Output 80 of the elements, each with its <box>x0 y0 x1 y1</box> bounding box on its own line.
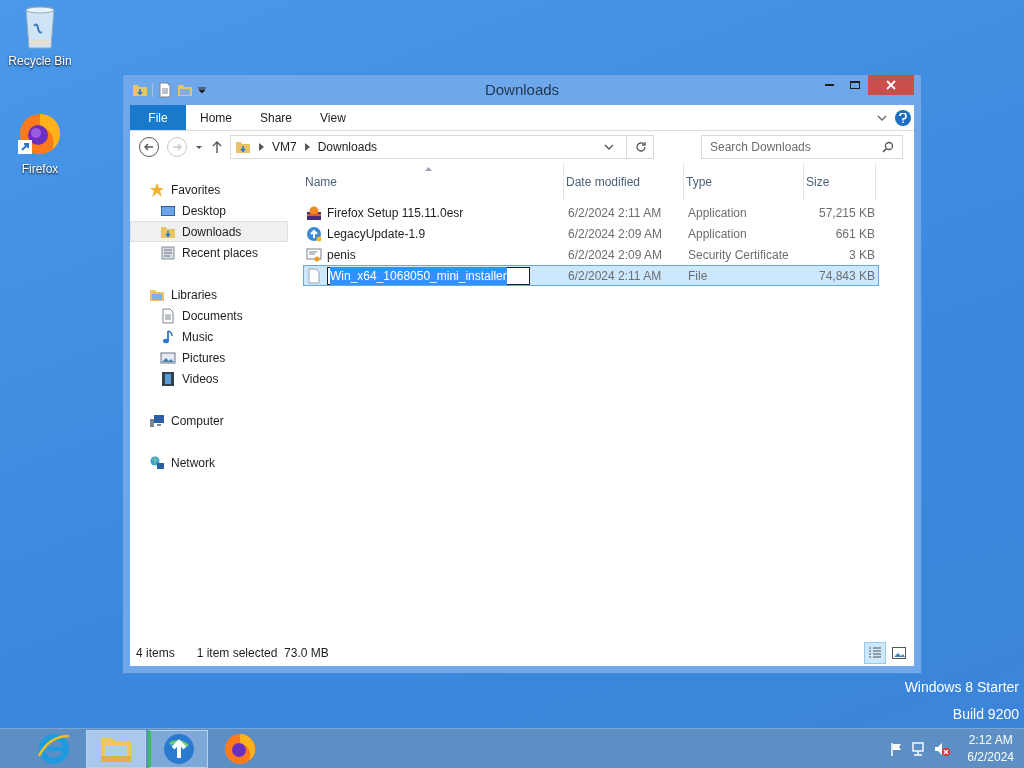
edition-text: Build 9200 <box>952 705 1019 724</box>
document-icon <box>160 307 176 324</box>
file-row[interactable]: LegacyUpdate-1.9 6/2/2024 2:09 AM Application 661 KB <box>303 223 879 244</box>
film-icon <box>160 370 176 387</box>
edition-text: Windows 8 Starter <box>904 678 1019 697</box>
nav-item[interactable]: Documents <box>130 305 288 326</box>
nav-item[interactable]: Recent places <box>130 242 288 263</box>
file-row[interactable]: Firefox Setup 115.11.0esr 6/2/2024 2:11 AM Application 57,215 KB <box>303 202 879 223</box>
folder-icon <box>235 139 251 155</box>
table-cell-text: Security Certificate <box>687 246 790 264</box>
certificate-icon <box>306 246 322 263</box>
recycle-bin-icon <box>22 6 58 50</box>
selection-info: 1 item selected 73.0 MB <box>196 645 329 662</box>
details-list-icon <box>868 647 882 659</box>
refresh-icon[interactable] <box>635 141 647 153</box>
item-count: 4 items <box>136 645 175 662</box>
table-cell-text: 57,215 KB <box>817 204 876 222</box>
table-cell-text: 6/2/2024 2:09 AM <box>567 225 664 243</box>
table-cell-text: Application <box>687 225 748 243</box>
file-row[interactable]: Win_x64_1068050_mini_installer 6/2/2024 2:11 AM File 74,843 KB <box>303 265 879 286</box>
nav-item[interactable]: Network <box>130 452 288 473</box>
chevron-right-icon <box>304 143 310 151</box>
firefox-icon <box>223 731 257 766</box>
column-header[interactable]: Size <box>804 163 876 200</box>
address-segment[interactable]: Downloads <box>317 138 378 156</box>
column-header[interactable]: Date modified <box>564 163 684 200</box>
nav-item[interactable]: Computer <box>130 410 288 431</box>
taskbar-button[interactable] <box>148 729 208 768</box>
nav-item[interactable]: Downloads <box>130 221 288 242</box>
column-header[interactable]: Type <box>684 163 804 200</box>
search-icon[interactable] <box>882 141 894 153</box>
chevron-down-icon[interactable] <box>604 143 614 151</box>
search-box[interactable]: Search Downloads <box>701 135 903 159</box>
window-title: Downloads <box>484 79 560 100</box>
nav-item[interactable]: Videos <box>130 368 288 389</box>
file-row[interactable]: penis 6/2/2024 2:09 AM Security Certificate 3 KB <box>303 244 879 265</box>
up-arrow-icon[interactable] <box>210 140 224 154</box>
address-bar[interactable]: VM7 Downloads <box>230 135 654 159</box>
dropdown-arrow-icon[interactable] <box>197 85 207 95</box>
chevron-down-icon[interactable] <box>877 113 887 122</box>
picture-icon <box>892 647 906 659</box>
ribbon-tab[interactable]: View <box>306 105 360 130</box>
folder-icon <box>132 82 148 98</box>
computer-icon <box>149 412 165 429</box>
table-cell-text: File <box>687 267 709 285</box>
column-header[interactable]: Name <box>303 163 564 200</box>
help-icon[interactable] <box>895 109 911 126</box>
table-cell-text: 6/2/2024 2:11 AM <box>567 267 663 285</box>
nav-item[interactable]: Favorites <box>130 179 288 200</box>
music-note-icon <box>160 328 176 345</box>
nav-item[interactable]: Desktop <box>130 200 288 221</box>
ribbon-tab[interactable]: Home <box>186 105 246 130</box>
close-button[interactable] <box>868 75 914 95</box>
nav-item[interactable]: Libraries <box>130 284 288 305</box>
recent-icon <box>160 244 176 261</box>
picture-icon <box>160 349 176 366</box>
table-cell-text: 3 KB <box>848 246 876 264</box>
star-icon <box>149 181 165 198</box>
file-tab[interactable]: File <box>130 105 186 130</box>
chevron-right-icon <box>259 143 264 151</box>
browser-e-icon <box>37 731 71 766</box>
table-cell-text: 74,843 KB <box>817 267 876 285</box>
document-icon <box>157 82 173 98</box>
search-field[interactable]: Search Downloads <box>710 138 882 156</box>
blank-file-icon <box>306 267 322 284</box>
table-cell-text: 661 KB <box>834 225 876 243</box>
table-cell-text: 6/2/2024 2:11 AM <box>567 204 663 222</box>
table-cell-text: 6/2/2024 2:09 AM <box>567 246 664 264</box>
table-cell-text: Application <box>687 204 748 222</box>
file-name: Firefox Setup 115.11.0esr <box>327 204 464 222</box>
address-segment[interactable]: VM7 <box>272 138 297 156</box>
close-icon <box>886 80 896 90</box>
sort-arrow-icon <box>425 167 432 171</box>
folder-icon <box>177 82 193 98</box>
nav-item[interactable]: Music <box>130 326 288 347</box>
file-name: LegacyUpdate-1.9 <box>327 225 426 243</box>
nav-item[interactable]: Pictures <box>130 347 288 368</box>
network-icon <box>149 454 165 471</box>
ribbon-tab[interactable]: Share <box>246 105 307 130</box>
file-name: penis <box>327 246 356 264</box>
